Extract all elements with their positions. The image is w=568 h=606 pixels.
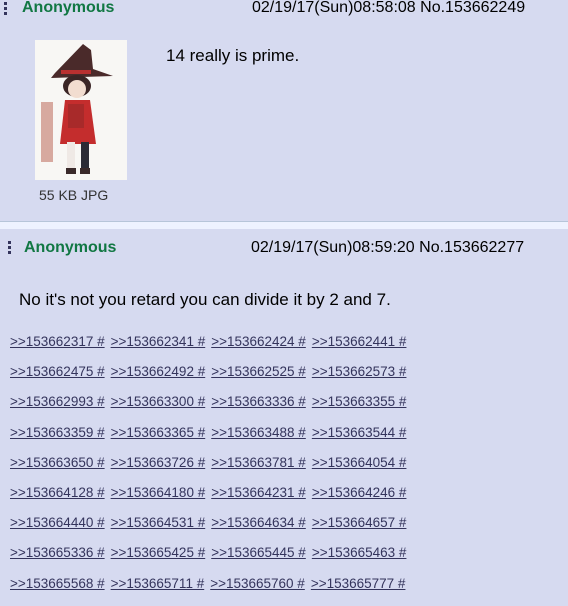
backlink[interactable]: >>153664180 # [111, 485, 206, 500]
backlink[interactable]: >>153664634 # [211, 515, 306, 530]
post-number[interactable]: No.153662277 [419, 239, 524, 256]
post-datetime: 02/19/17(Sun)08:58:08 [252, 0, 416, 16]
backlink[interactable]: >>153664657 # [312, 515, 407, 530]
backlink[interactable]: >>153662317 # [10, 334, 105, 349]
backlink-row: >>153663650 # >>153663726 # >>153663781 # >… [10, 455, 412, 485]
backlink[interactable]: >>153662475 # [10, 364, 105, 379]
backlink[interactable]: >>153665463 # [312, 545, 407, 560]
backlink[interactable]: >>153663488 # [211, 425, 306, 440]
backlink[interactable]: >>153663726 # [111, 455, 206, 470]
backlink[interactable]: >>153664246 # [312, 485, 407, 500]
backlink[interactable]: >>153662573 # [312, 364, 407, 379]
post-comment: No it's not you retard you can divide it… [19, 290, 391, 309]
post-number[interactable]: No.153662249 [420, 0, 525, 16]
backlink[interactable]: >>153662341 # [111, 334, 206, 349]
backlink[interactable]: >>153663355 # [312, 394, 407, 409]
backlink-row: >>153665568 # >>153665711 # >>153665760 # >… [10, 576, 412, 606]
backlink[interactable]: >>153664531 # [111, 515, 206, 530]
post-menu-icon[interactable] [4, 2, 7, 16]
backlink[interactable]: >>153665760 # [210, 576, 305, 591]
backlink[interactable]: >>153662492 # [111, 364, 206, 379]
post-153662249: Anonymous 02/19/17(Sun)08:58:08 No.15366… [0, 0, 568, 222]
backlink[interactable]: >>153663359 # [10, 425, 105, 440]
backlink[interactable]: >>153663781 # [211, 455, 306, 470]
backlink[interactable]: >>153663336 # [211, 394, 306, 409]
backlink[interactable]: >>153665711 # [111, 576, 205, 591]
backlink[interactable]: >>153662993 # [10, 394, 105, 409]
backlink[interactable]: >>153665445 # [211, 545, 306, 560]
witch-character-image [35, 40, 127, 180]
backlink[interactable]: >>153665568 # [10, 576, 105, 591]
backlink[interactable]: >>153665336 # [10, 545, 105, 560]
backlink-row: >>153662475 # >>153662492 # >>153662525 # >… [10, 364, 412, 394]
backlink-row: >>153664128 # >>153664180 # >>153664231 # >… [10, 485, 412, 515]
post-thumbnail[interactable] [35, 40, 127, 180]
backlink-row: >>153662993 # >>153663300 # >>153663336 # >… [10, 394, 412, 424]
post-153662277: Anonymous 02/19/17(Sun)08:59:20 No.15366… [0, 229, 568, 606]
post-datetime: 02/19/17(Sun)08:59:20 [251, 239, 415, 256]
backlink-row: >>153664440 # >>153664531 # >>153664634 # >… [10, 515, 412, 545]
backlink[interactable]: >>153664440 # [10, 515, 105, 530]
poster-name: Anonymous [22, 0, 115, 16]
backlink[interactable]: >>153663365 # [111, 425, 206, 440]
backlink[interactable]: >>153663300 # [111, 394, 206, 409]
backlink[interactable]: >>153664231 # [211, 485, 306, 500]
post-header: Anonymous 02/19/17(Sun)08:58:08 No.15366… [0, 0, 568, 18]
post-header: Anonymous 02/19/17(Sun)08:59:20 No.15366… [0, 229, 568, 256]
file-info: 55 KB JPG [39, 187, 109, 203]
post-meta: 02/19/17(Sun)08:59:20 No.153662277 [251, 239, 524, 257]
post-meta: 02/19/17(Sun)08:58:08 No.153662249 [252, 0, 525, 17]
backlinks-list: >>153662317 # >>153662341 # >>153662424 # >… [10, 334, 412, 606]
backlink[interactable]: >>153664054 # [312, 455, 407, 470]
post-comment: 14 really is prime. [166, 46, 300, 65]
backlink-row: >>153665336 # >>153665425 # >>153665445 # >… [10, 545, 412, 575]
backlink[interactable]: >>153664128 # [10, 485, 105, 500]
backlink[interactable]: >>153663544 # [312, 425, 407, 440]
backlink[interactable]: >>153662525 # [211, 364, 306, 379]
backlink-row: >>153663359 # >>153663365 # >>153663488 # >… [10, 425, 412, 455]
backlink[interactable]: >>153662424 # [211, 334, 306, 349]
backlink[interactable]: >>153662441 # [312, 334, 407, 349]
backlink[interactable]: >>153665777 # [311, 576, 406, 591]
backlink[interactable]: >>153663650 # [10, 455, 105, 470]
backlink[interactable]: >>153665425 # [111, 545, 206, 560]
poster-name: Anonymous [24, 239, 117, 256]
backlink-row: >>153662317 # >>153662341 # >>153662424 # >… [10, 334, 412, 364]
post-menu-icon[interactable] [8, 241, 11, 255]
